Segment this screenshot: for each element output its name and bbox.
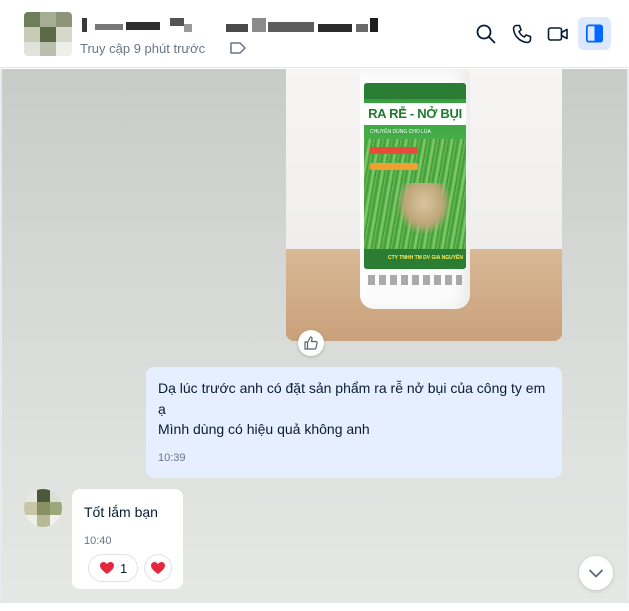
product-company: CTY TNHH TM DV GIA NGUYÊN [388,255,464,261]
sender-avatar[interactable] [24,489,62,527]
chat-message-area[interactable]: RA RỄ - NỞ BỤI CHUYÊN DÙNG CHO LÚA CTY T… [0,69,629,611]
search-icon[interactable] [474,22,498,46]
product-label: RA RỄ - NỞ BỤI CHUYÊN DÙNG CHO LÚA CTY T… [364,83,466,269]
product-photo-message[interactable]: RA RỄ - NỞ BỤI CHUYÊN DÙNG CHO LÚA CTY T… [286,69,562,341]
label-header-band [364,83,466,99]
label-pictogram-row [368,275,462,285]
scroll-to-bottom-button[interactable] [579,556,613,590]
heart-icon [151,562,165,574]
product-bottle: RA RỄ - NỞ BỤI CHUYÊN DÙNG CHO LÚA CTY T… [360,69,470,309]
contact-name-redacted [356,24,368,32]
reaction-count: 1 [120,561,128,576]
last-seen-status: Truy cập 9 phút trước [80,41,206,56]
message-timestamp: 10:40 [84,535,112,547]
contact-name-redacted [252,18,266,32]
product-title: RA RỄ - NỞ BỤI [364,103,466,125]
chevron-down-icon [589,569,603,578]
label-badge [370,163,418,170]
rice-roots-graphic [398,183,450,233]
thumbs-up-icon [304,336,318,350]
outgoing-message-text: Dạ lúc trước anh có đặt sản phẩm ra rễ n… [158,378,554,440]
incoming-message-text: Tốt lắm bạn [84,504,158,520]
product-subtitle: CHUYÊN DÙNG CHO LÚA [370,129,431,135]
side-panel-icon [585,24,604,43]
side-panel-toggle-button[interactable] [578,17,611,50]
contact-avatar[interactable] [24,12,72,56]
outgoing-message-bubble[interactable]: Dạ lúc trước anh có đặt sản phẩm ra rễ n… [146,367,562,478]
contact-name-redacted [95,24,123,30]
chat-header: Truy cập 9 phút trước [0,0,629,68]
outgoing-message-line: Dạ lúc trước anh có đặt sản phẩm ra rễ n… [158,380,546,417]
phone-icon[interactable] [510,22,534,46]
like-reaction-button[interactable] [298,330,324,356]
message-timestamp: 10:39 [158,452,186,464]
contact-name-redacted [226,24,248,32]
video-call-icon[interactable] [546,22,570,46]
contact-name-redacted [82,18,87,32]
label-badge [370,147,418,154]
tag-icon[interactable] [229,41,247,55]
reaction-summary-chip[interactable]: 1 [88,554,138,582]
contact-name-redacted [126,22,160,30]
composer-edge [0,602,629,611]
heart-icon [100,562,114,574]
contact-name-redacted [370,18,378,32]
contact-name-redacted [184,24,192,32]
contact-name-redacted [170,18,184,26]
outgoing-message-line: Mình dùng có hiệu quả không anh [158,421,370,437]
contact-name-redacted [318,24,352,32]
add-reaction-button[interactable] [144,554,172,582]
contact-name-redacted [268,22,314,32]
